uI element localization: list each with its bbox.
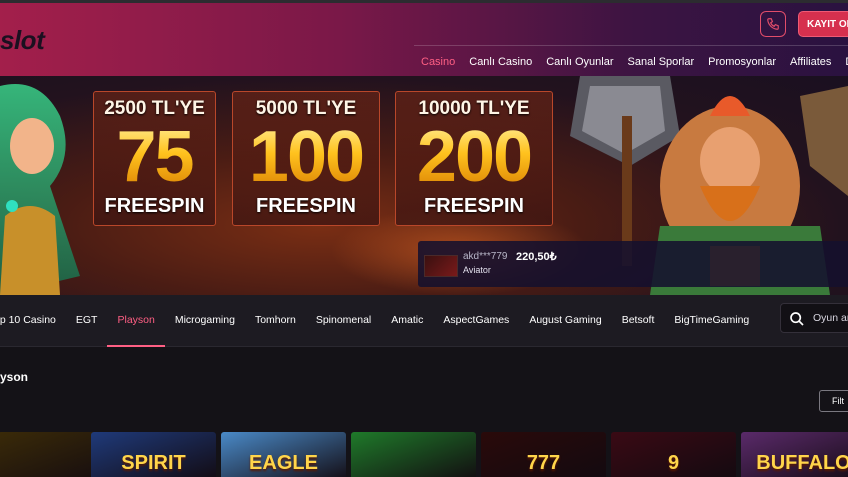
provider-tab-spinomenal[interactable]: Spinomenal xyxy=(306,295,381,347)
provider-tab-betsoft[interactable]: Betsoft xyxy=(612,295,665,347)
provider-tab-bigtimegaming[interactable]: BigTimeGaming xyxy=(664,295,759,347)
provider-tab-playson[interactable]: Playson xyxy=(107,295,165,347)
game-tile[interactable]: EAGLE xyxy=(221,432,346,477)
recent-winner-ticker[interactable]: akd***779 220,50₺ Aviator xyxy=(418,241,848,287)
nav-item-canlı-oyunlar[interactable]: Canlı Oyunlar xyxy=(539,46,620,79)
provider-list: op 10 Casino EGT Playson Microgaming Tomhorn… xyxy=(0,295,759,347)
nav-item-canlı-casino[interactable]: Canlı Casino xyxy=(462,46,539,79)
nav-item-casino[interactable]: Casino xyxy=(414,46,463,79)
phone-icon xyxy=(767,18,779,30)
filter-button[interactable]: Filt xyxy=(819,390,848,412)
main-nav: Casino Canlı Casino Canlı Oyunlar Sanal Spo… xyxy=(414,45,848,79)
promo-2-freespin: FREESPIN xyxy=(255,195,357,217)
game-tile-title: BUFFALO xyxy=(756,452,848,474)
game-tile[interactable]: 777 xyxy=(481,432,606,477)
game-tile[interactable]: BUFFALO xyxy=(741,432,848,477)
promo-3-count: 200 xyxy=(396,118,552,196)
game-tile-title: EAGLE xyxy=(249,452,318,474)
nav-item-affiliates[interactable]: Affiliates xyxy=(783,46,838,79)
game-tile-title: 777 xyxy=(526,452,561,474)
nav-item-promosyonlar[interactable]: Promosyonlar xyxy=(701,46,783,79)
promo-1-freespin: FREESPIN xyxy=(104,195,205,217)
search-icon xyxy=(790,312,804,326)
promo-card-3[interactable]: 10000 TL'YE 200 FREESPIN xyxy=(395,91,553,226)
winner-username: akd***779 xyxy=(463,251,508,262)
promo-2-count: 100 xyxy=(233,118,379,196)
games-grid: SPIRIT EAGLE 777 9 BUFFALO xyxy=(0,432,848,477)
game-tile[interactable]: SPIRIT xyxy=(91,432,216,477)
site-logo[interactable]: slot xyxy=(0,25,45,56)
game-tile[interactable] xyxy=(351,432,476,477)
winner-game-thumbnail xyxy=(424,255,458,277)
promo-banner[interactable]: 2500 TL'YE 75 FREESPIN 5000 TL'YE 100 FR… xyxy=(0,76,848,295)
game-tile[interactable]: 9 xyxy=(611,432,736,477)
search-placeholder: Oyun ar xyxy=(813,312,848,324)
register-button[interactable]: KAYIT OL xyxy=(798,11,848,37)
game-tile-title: 9 xyxy=(667,452,680,474)
winner-game-name: Aviator xyxy=(463,265,491,275)
provider-tab-amatic[interactable]: Amatic xyxy=(381,295,433,347)
provider-tab-egt[interactable]: EGT xyxy=(66,295,108,347)
promo-card-1[interactable]: 2500 TL'YE 75 FREESPIN xyxy=(93,91,216,226)
section-title: yson xyxy=(0,370,29,384)
phone-button[interactable] xyxy=(760,11,786,37)
promo-1-count: 75 xyxy=(94,118,215,196)
promo-3-freespin: FREESPIN xyxy=(423,195,525,217)
winner-amount: 220,50₺ xyxy=(516,251,557,263)
provider-tab-microgaming[interactable]: Microgaming xyxy=(165,295,245,347)
provider-tab-aspectgames[interactable]: AspectGames xyxy=(433,295,519,347)
provider-tab-op-10-casino[interactable]: op 10 Casino xyxy=(0,295,66,347)
provider-filter-bar: op 10 Casino EGT Playson Microgaming Tomhorn… xyxy=(0,295,848,347)
sorceress-character-image xyxy=(0,84,80,295)
provider-tab-tomhorn[interactable]: Tomhorn xyxy=(245,295,306,347)
game-search-input[interactable]: Oyun ar xyxy=(780,303,848,333)
game-tile-title: SPIRIT xyxy=(121,452,186,474)
nav-item-discount[interactable]: Discount xyxy=(838,46,848,79)
casino-page: slot KAYIT OL CasinoCanlı CasinoCanlı Oy… xyxy=(0,0,848,477)
provider-tab-august-gaming[interactable]: August Gaming xyxy=(519,295,611,347)
nav-item-sanal-sporlar[interactable]: Sanal Sporlar xyxy=(621,46,702,79)
site-header: slot KAYIT OL CasinoCanlı CasinoCanlı Oy… xyxy=(0,0,848,79)
promo-card-2[interactable]: 5000 TL'YE 100 FREESPIN xyxy=(232,91,380,226)
